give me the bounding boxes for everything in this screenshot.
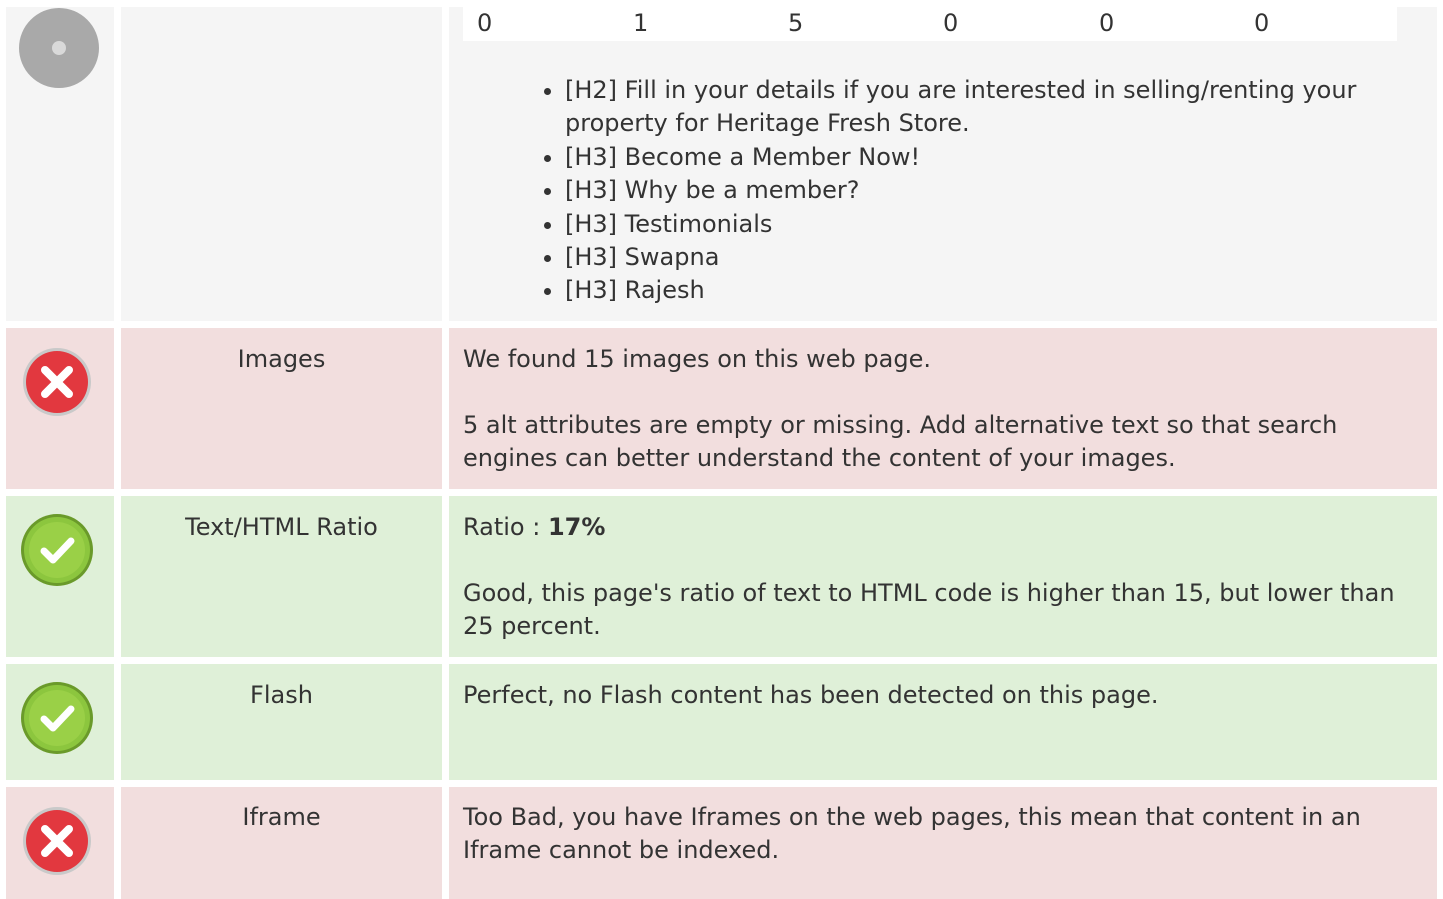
ratio-prefix: Ratio : [463, 513, 548, 541]
flash-content-cell: Perfect, no Flash content has been detec… [449, 664, 1437, 780]
images-alt-text: 5 alt attributes are empty or missing. A… [463, 411, 1338, 472]
ratio-row: Text/HTML Ratio Ratio : 17% Good, this p… [0, 496, 1443, 657]
heading-count-h2: 1 [633, 9, 649, 37]
heading-count-h3: 5 [788, 9, 804, 37]
error-x-icon [22, 806, 92, 876]
ratio-content: Ratio : 17% Good, this page's ratio of t… [463, 511, 1407, 643]
flash-row: Flash Perfect, no Flash content has been… [0, 664, 1443, 780]
flash-label-cell: Flash [121, 664, 442, 780]
images-row: Images We found 15 images on this web pa… [0, 328, 1443, 489]
list-item: [H3] Rajesh [565, 274, 1425, 307]
list-item: [H3] Why be a member? [565, 174, 1425, 207]
ratio-label: Text/HTML Ratio [185, 513, 378, 541]
success-check-icon [20, 681, 94, 755]
iframe-content-cell: Too Bad, you have Iframes on the web pag… [449, 787, 1437, 899]
heading-count-h6: 0 [1254, 9, 1270, 37]
headings-row: 0 1 5 0 0 0 [H2] Fill in your details if… [0, 0, 1443, 321]
list-item: [H3] Testimonials [565, 208, 1425, 241]
neutral-circle-icon [18, 7, 100, 89]
ratio-label-cell: Text/HTML Ratio [121, 496, 442, 657]
ratio-content-cell: Ratio : 17% Good, this page's ratio of t… [449, 496, 1437, 657]
list-item: [H2] Fill in your details if you are int… [565, 74, 1425, 141]
iframe-status-cell [6, 787, 114, 899]
list-item: [H3] Become a Member Now! [565, 141, 1425, 174]
ratio-value: 17% [547, 513, 606, 541]
images-count-text: We found 15 images on this web page. [463, 345, 931, 373]
iframe-label: Iframe [242, 803, 321, 831]
headings-status-cell [6, 7, 114, 321]
images-status-cell [6, 328, 114, 489]
heading-count-h1: 0 [477, 9, 493, 37]
images-content-cell: We found 15 images on this web page. 5 a… [449, 328, 1437, 489]
images-label-cell: Images [121, 328, 442, 489]
heading-count-h4: 0 [943, 9, 959, 37]
flash-label: Flash [250, 681, 313, 709]
heading-list: [H2] Fill in your details if you are int… [535, 74, 1425, 308]
ratio-status-cell [6, 496, 114, 657]
iframe-content: Too Bad, you have Iframes on the web pag… [463, 801, 1407, 867]
heading-counts-table: 0 1 5 0 0 0 [463, 7, 1397, 41]
headings-content-cell: 0 1 5 0 0 0 [H2] Fill in your details if… [449, 7, 1437, 321]
flash-description: Perfect, no Flash content has been detec… [463, 681, 1159, 709]
ratio-value-line: Ratio : 17% [463, 511, 1407, 544]
iframe-description: Too Bad, you have Iframes on the web pag… [463, 803, 1361, 864]
headings-label-cell [121, 7, 442, 321]
flash-content: Perfect, no Flash content has been detec… [463, 679, 1407, 712]
images-content: We found 15 images on this web page. 5 a… [463, 343, 1407, 475]
list-item: [H3] Swapna [565, 241, 1425, 274]
success-check-icon [20, 513, 94, 587]
images-label: Images [237, 345, 326, 373]
ratio-description: Good, this page's ratio of text to HTML … [463, 579, 1395, 640]
flash-status-cell [6, 664, 114, 780]
heading-count-h5: 0 [1099, 9, 1115, 37]
iframe-label-cell: Iframe [121, 787, 442, 899]
error-x-icon [22, 347, 92, 417]
iframe-row: Iframe Too Bad, you have Iframes on the … [0, 787, 1443, 899]
